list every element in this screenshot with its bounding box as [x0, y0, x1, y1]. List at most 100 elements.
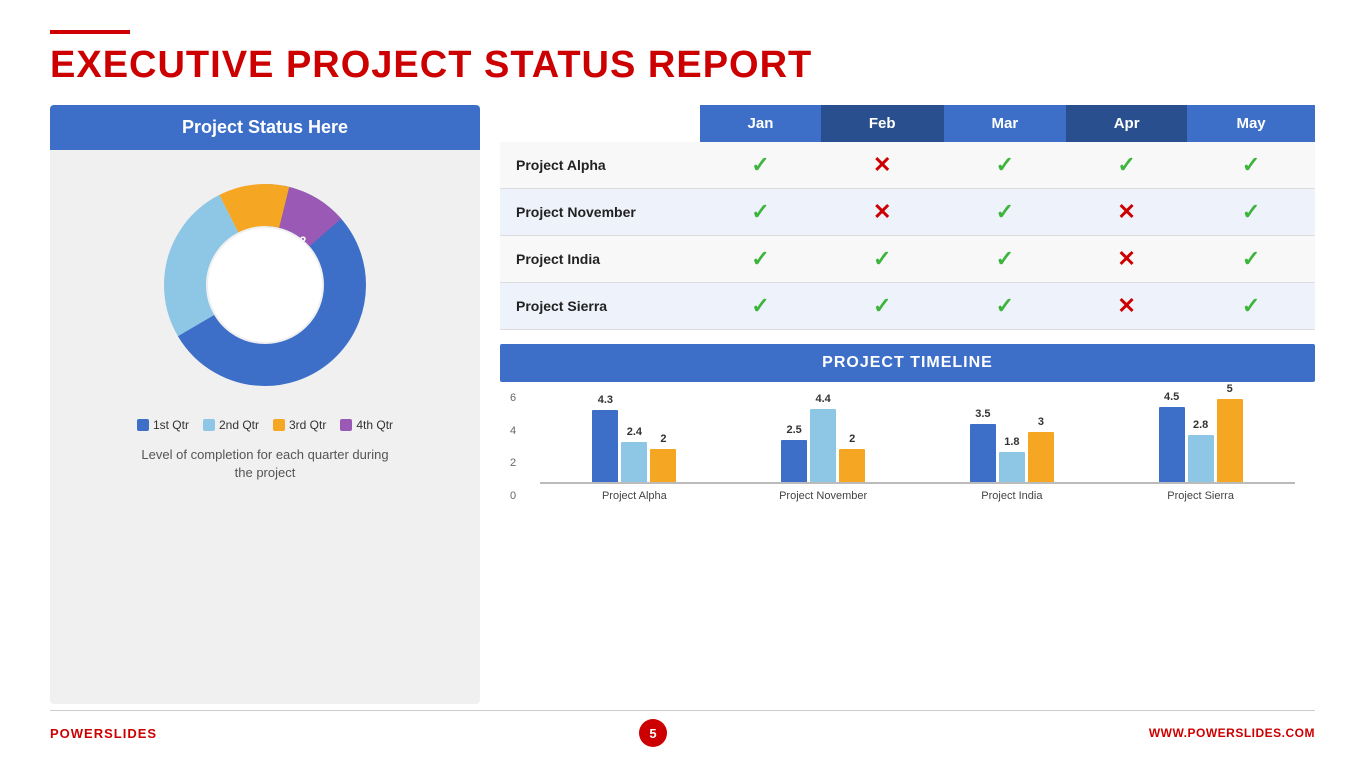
header-accent-line	[50, 30, 130, 34]
month-mar: Mar	[944, 105, 1067, 142]
bar-label-3-1: 2.8	[1193, 419, 1208, 431]
bar-group-label-2: Project India	[981, 490, 1042, 502]
title-red: STATUS REPORT	[484, 44, 812, 86]
bar-label-0-0: 4.3	[598, 394, 613, 406]
check-icon: ✓	[751, 199, 769, 224]
left-panel: Project Status Here	[50, 105, 480, 704]
check-icon: ✓	[1242, 152, 1260, 177]
left-panel-title: Project Status Here	[50, 105, 480, 150]
check-icon: ✓	[873, 293, 891, 318]
donut-svg: 8.2 3.2 1.4 1.2	[150, 170, 380, 400]
status-cell-3-2: ✓	[944, 283, 1067, 330]
x-axis-line	[1106, 482, 1295, 484]
check-icon: ✓	[1242, 246, 1260, 271]
bar-label-2-1: 1.8	[1004, 436, 1019, 448]
main-content: Project Status Here	[50, 105, 1315, 704]
status-cell-3-4: ✓	[1187, 283, 1315, 330]
check-icon: ✓	[996, 199, 1014, 224]
status-table: Jan Feb Mar Apr May Project Alpha✓✕✓✓✓Pr…	[500, 105, 1315, 330]
header: EXECUTIVE PROJECT STATUS REPORT	[50, 30, 1315, 87]
bar-3-0: 4.5	[1159, 407, 1185, 482]
x-axis-line	[729, 482, 918, 484]
status-cell-0-3: ✓	[1066, 142, 1187, 189]
status-cell-2-0: ✓	[700, 236, 821, 283]
status-cell-0-4: ✓	[1187, 142, 1315, 189]
status-cell-0-1: ✕	[821, 142, 944, 189]
check-icon: ✓	[751, 246, 769, 271]
check-icon: ✓	[996, 246, 1014, 271]
timeline-header: PROJECT TIMELINE	[500, 344, 1315, 382]
legend-dot-4	[340, 419, 352, 431]
page-number: 5	[639, 719, 667, 747]
project-name-3: Project Sierra	[500, 283, 700, 330]
bar-1-2: 2	[839, 449, 865, 482]
bar-label-0-2: 2	[660, 433, 666, 445]
check-icon: ✓	[996, 293, 1014, 318]
bars-3: 4.5 2.8 5	[1159, 382, 1243, 482]
status-cell-2-2: ✓	[944, 236, 1067, 283]
legend-label-3: 3rd Qtr	[289, 418, 326, 432]
bar-group-2: 3.51.83Project India	[918, 382, 1107, 502]
legend-dot-3	[273, 419, 285, 431]
status-cell-2-1: ✓	[821, 236, 944, 283]
legend-item-1: 1st Qtr	[137, 418, 189, 432]
page: EXECUTIVE PROJECT STATUS REPORT Project …	[0, 0, 1365, 767]
bar-group-0: 4.32.42Project Alpha	[540, 382, 729, 502]
bar-label-0-1: 2.4	[627, 426, 642, 438]
project-name-2: Project India	[500, 236, 700, 283]
status-cell-1-0: ✓	[700, 189, 821, 236]
bar-label-3-0: 4.5	[1164, 391, 1179, 403]
cross-icon: ✕	[873, 152, 891, 177]
legend-item-4: 4th Qtr	[340, 418, 393, 432]
status-cell-1-2: ✓	[944, 189, 1067, 236]
left-panel-body: 8.2 3.2 1.4 1.2 1st Qtr 2nd Qtr	[50, 150, 480, 704]
bar-rect-1-0	[781, 440, 807, 482]
bar-rect-1-2	[839, 449, 865, 482]
bar-label-2-0: 3.5	[975, 408, 990, 420]
legend-label-4: 4th Qtr	[356, 418, 393, 432]
legend-label-1: 1st Qtr	[153, 418, 189, 432]
segment-label-1: 8.2	[292, 283, 310, 298]
bar-2-1: 1.8	[999, 452, 1025, 482]
bar-2-2: 3	[1028, 432, 1054, 482]
bar-0-1: 2.4	[621, 442, 647, 482]
segment-label-4: 1.2	[290, 234, 307, 248]
donut-chart: 8.2 3.2 1.4 1.2	[150, 170, 380, 400]
cross-icon: ✕	[873, 199, 891, 224]
check-icon: ✓	[1242, 199, 1260, 224]
bar-rect-2-2	[1028, 432, 1054, 482]
chart-legend: 1st Qtr 2nd Qtr 3rd Qtr 4th Qtr	[137, 418, 393, 432]
status-cell-2-3: ✕	[1066, 236, 1187, 283]
bar-label-1-1: 4.4	[815, 393, 830, 405]
status-cell-2-4: ✓	[1187, 236, 1315, 283]
cross-icon: ✕	[1117, 293, 1135, 318]
status-cell-3-0: ✓	[700, 283, 821, 330]
title-black: EXECUTIVE PROJECT	[50, 44, 484, 86]
cross-icon: ✕	[1117, 199, 1135, 224]
bar-2-0: 3.5	[970, 424, 996, 482]
legend-label-2: 2nd Qtr	[219, 418, 259, 432]
bar-0-0: 4.3	[592, 410, 618, 482]
bar-chart-wrapper: 6 4 2 0 4.32.42Project Alpha2.54.42Proje…	[500, 382, 1315, 506]
chart-description: Level of completion for each quarter dur…	[141, 446, 388, 482]
check-icon: ✓	[1242, 293, 1260, 318]
segment-label-2: 3.2	[224, 313, 242, 328]
footer-website: WWW.POWERSLIDES.COM	[1149, 726, 1315, 740]
footer-brand: POWERSLIDES	[50, 726, 157, 741]
bar-group-3: 4.5 2.8 5 Project Sierra	[1106, 382, 1295, 502]
status-cell-0-0: ✓	[700, 142, 821, 189]
bar-label-1-2: 2	[849, 433, 855, 445]
bar-group-1: 2.54.42Project November	[729, 382, 918, 502]
legend-dot-1	[137, 419, 149, 431]
bar-rect-1-1	[810, 409, 836, 482]
legend-dot-2	[203, 419, 215, 431]
bar-3-2: 5	[1217, 399, 1243, 482]
project-name-1: Project November	[500, 189, 700, 236]
brand-black: POWER	[50, 726, 104, 741]
project-name-0: Project Alpha	[500, 142, 700, 189]
bar-group-label-3: Project Sierra	[1167, 490, 1234, 502]
bar-0-2: 2	[650, 449, 676, 482]
bars-2: 3.51.83	[970, 382, 1054, 482]
check-icon: ✓	[996, 152, 1014, 177]
timeline-section: PROJECT TIMELINE 6 4 2 0 4.32.42Project …	[500, 344, 1315, 506]
